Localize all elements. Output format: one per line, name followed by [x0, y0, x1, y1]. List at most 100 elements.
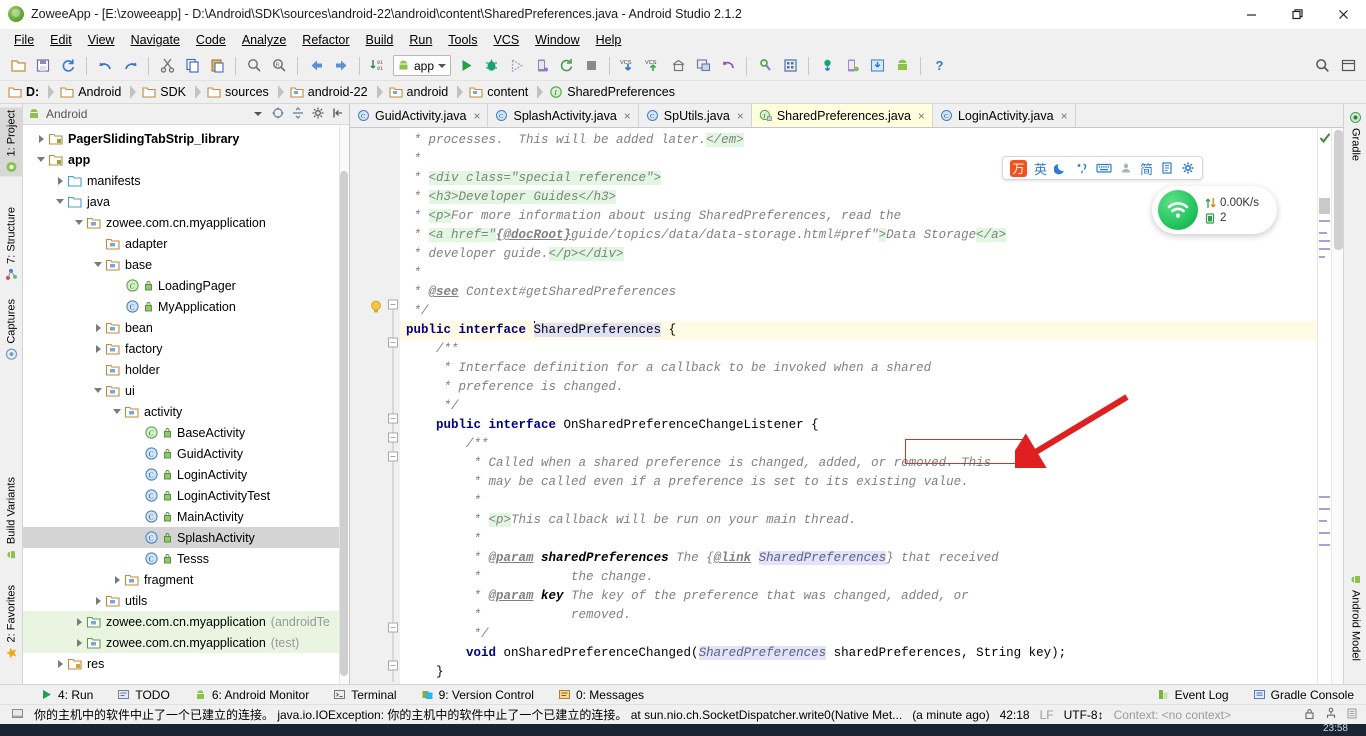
- moon-icon[interactable]: [1054, 161, 1068, 175]
- breadcrumb-item-d[interactable]: D:: [8, 85, 60, 99]
- run-configuration-selector[interactable]: app: [393, 55, 452, 76]
- vcs-history-icon[interactable]: [666, 54, 690, 78]
- menu-build[interactable]: Build: [358, 32, 402, 48]
- close-icon[interactable]: ×: [473, 109, 480, 123]
- menu-tools[interactable]: Tools: [440, 32, 485, 48]
- tool-window-run[interactable]: 4: Run: [28, 688, 105, 702]
- run-icon[interactable]: [454, 54, 478, 78]
- sdk-manager-icon[interactable]: [753, 54, 777, 78]
- redo-icon[interactable]: [118, 54, 142, 78]
- sidebar-item-captures[interactable]: Captures: [0, 296, 23, 364]
- help-icon[interactable]: ?: [927, 54, 951, 78]
- caret-position[interactable]: 42:18: [995, 708, 1035, 722]
- search-icon[interactable]: [1310, 54, 1334, 78]
- tree-row[interactable]: C Tesss: [23, 548, 349, 569]
- scrollbar-thumb[interactable]: [1334, 130, 1343, 250]
- tree-expand-arrow-icon[interactable]: [35, 154, 47, 166]
- network-speed-widget[interactable]: 0.00K/s 2: [1152, 186, 1277, 234]
- menu-help[interactable]: Help: [588, 32, 630, 48]
- tree-row[interactable]: zowee.com.cn.myapplication (test): [23, 632, 349, 653]
- compile-icon[interactable]: 01 01: [366, 54, 390, 78]
- user-icon[interactable]: [1119, 161, 1133, 175]
- tree-row[interactable]: zowee.com.cn.myapplication (androidTe: [23, 611, 349, 632]
- sidebar-item-build-variants[interactable]: Build Variants: [0, 474, 23, 564]
- sidebar-item-gradle[interactable]: Gradle: [1344, 108, 1366, 164]
- intention-bulb-icon[interactable]: [368, 299, 384, 315]
- tree-expand-arrow-icon[interactable]: [54, 658, 66, 670]
- tree-row[interactable]: manifests: [23, 170, 349, 191]
- scrollbar-thumb[interactable]: [340, 171, 348, 676]
- tool-window-todo[interactable]: TODO: [105, 688, 181, 702]
- device-monitor-icon[interactable]: [840, 54, 864, 78]
- close-icon[interactable]: [1320, 0, 1366, 29]
- close-icon[interactable]: ×: [1061, 109, 1068, 123]
- sidebar-item-favorites[interactable]: 2: Favorites: [0, 582, 23, 662]
- tree-expand-arrow-icon[interactable]: [92, 322, 104, 334]
- tree-row[interactable]: app: [23, 149, 349, 170]
- tree-expand-arrow-icon[interactable]: [35, 133, 47, 145]
- tree-row[interactable]: base: [23, 254, 349, 275]
- tree-expand-arrow-icon[interactable]: [111, 406, 123, 418]
- status-message[interactable]: 你的主机中的软件中止了一个已建立的连接。 java.io.IOException…: [29, 706, 907, 723]
- tree-row[interactable]: holder: [23, 359, 349, 380]
- tool-window-android-monitor[interactable]: 6: Android Monitor: [182, 688, 321, 702]
- android-icon[interactable]: [890, 54, 914, 78]
- menu-run[interactable]: Run: [401, 32, 440, 48]
- tree-row[interactable]: zowee.com.cn.myapplication: [23, 212, 349, 233]
- tool-window-gradle-console[interactable]: Gradle Console: [1241, 688, 1366, 702]
- tab-splashactivity[interactable]: C SplashActivity.java ×: [488, 104, 639, 127]
- tab-sharedpreferences[interactable]: I SharedPreferences.java ×: [751, 104, 933, 127]
- settings-gear-icon[interactable]: [1181, 161, 1195, 175]
- inspection-ok-check-icon[interactable]: [1319, 132, 1331, 144]
- tab-loginactivity[interactable]: C LoginActivity.java ×: [932, 104, 1076, 127]
- cut-icon[interactable]: [155, 54, 179, 78]
- tree-expand-arrow-icon[interactable]: [92, 385, 104, 397]
- tree-expand-arrow-icon[interactable]: [54, 175, 66, 187]
- tree-row[interactable]: activity: [23, 401, 349, 422]
- breadcrumb-item-sharedpreferences[interactable]: I SharedPreferences: [549, 85, 681, 99]
- line-separator[interactable]: LF: [1035, 708, 1059, 722]
- download-icon[interactable]: [865, 54, 889, 78]
- revert-icon[interactable]: [716, 54, 740, 78]
- tree-expand-arrow-icon[interactable]: [92, 595, 104, 607]
- close-icon[interactable]: ×: [737, 109, 744, 123]
- tab-sputils[interactable]: C SpUtils.java ×: [638, 104, 752, 127]
- tree-expand-arrow-icon[interactable]: [92, 343, 104, 355]
- forward-icon[interactable]: [329, 54, 353, 78]
- editor-fold-column[interactable]: [386, 128, 400, 684]
- context-indicator[interactable]: Context: <no context>: [1109, 708, 1236, 722]
- collapse-all-icon[interactable]: [291, 106, 305, 123]
- vcs-commit-icon[interactable]: VCS: [641, 54, 665, 78]
- sync-gradle-icon[interactable]: [815, 54, 839, 78]
- maximize-icon[interactable]: [1274, 0, 1320, 29]
- editor-scrollbar[interactable]: [1331, 128, 1343, 684]
- menu-view[interactable]: View: [80, 32, 123, 48]
- tree-row[interactable]: fragment: [23, 569, 349, 590]
- lock-icon[interactable]: [1303, 707, 1316, 723]
- tree-row[interactable]: bean: [23, 317, 349, 338]
- sidebar-item-android-model[interactable]: Android Model: [1344, 570, 1366, 664]
- tool-window-event-log[interactable]: Event Log: [1145, 688, 1241, 702]
- target-icon[interactable]: [271, 106, 285, 123]
- tree-row[interactable]: utils: [23, 590, 349, 611]
- tree-row[interactable]: C BaseActivity: [23, 422, 349, 443]
- coverage-icon[interactable]: [504, 54, 528, 78]
- find-icon[interactable]: [242, 54, 266, 78]
- breadcrumb-item-sources[interactable]: sources: [207, 85, 290, 99]
- tree-expand-arrow-icon[interactable]: [92, 259, 104, 271]
- vcs-diff-icon[interactable]: [691, 54, 715, 78]
- menu-navigate[interactable]: Navigate: [123, 32, 188, 48]
- tree-row[interactable]: C LoadingPager: [23, 275, 349, 296]
- avd-manager-icon[interactable]: [778, 54, 802, 78]
- tree-row[interactable]: PagerSlidingTabStrip_library: [23, 128, 349, 149]
- debug-icon[interactable]: [479, 54, 503, 78]
- editor-gutter[interactable]: [350, 128, 386, 684]
- english-mode-icon[interactable]: 英: [1034, 159, 1047, 178]
- wanneng-logo-icon[interactable]: 万: [1010, 159, 1027, 177]
- close-icon[interactable]: ×: [918, 109, 925, 123]
- tree-expand-arrow-icon[interactable]: [73, 616, 85, 628]
- tool-window-terminal[interactable]: Terminal: [321, 688, 408, 702]
- breadcrumb-item-android22[interactable]: android-22: [290, 85, 389, 99]
- vcs-update-icon[interactable]: VCS: [616, 54, 640, 78]
- sidebar-item-project[interactable]: 1: Project: [0, 107, 23, 177]
